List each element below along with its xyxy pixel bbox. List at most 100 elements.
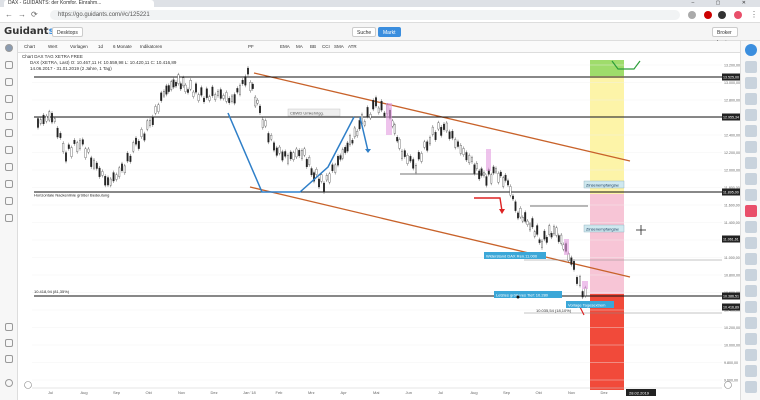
expert-avatar[interactable]	[745, 61, 757, 73]
menu-icon[interactable]: ⋮	[750, 10, 758, 19]
expert-avatar[interactable]	[745, 333, 757, 345]
app-header: Guidants Desktops Suche Markt Broker Log…	[0, 23, 760, 46]
low-label: 10.035,54 (18,10%)	[536, 308, 572, 313]
extension-icon[interactable]	[718, 11, 726, 19]
toolbar-chart-button[interactable]: Chart	[24, 43, 35, 51]
candle-body	[459, 145, 462, 154]
document-icon[interactable]	[5, 129, 13, 137]
toolbar-ma-button[interactable]: MA	[296, 43, 303, 51]
expert-avatar[interactable]	[745, 109, 757, 121]
toolbar-templates-button[interactable]: Vorlagen	[70, 43, 88, 51]
people-icon[interactable]	[5, 197, 13, 205]
chart-icon[interactable]	[5, 163, 13, 171]
toolbar-sma-button[interactable]: SMA	[334, 43, 344, 51]
candle-body	[261, 119, 264, 128]
market-button[interactable]: Markt	[378, 27, 401, 37]
expert-avatar[interactable]	[745, 237, 757, 249]
toolbar-ema-button[interactable]: EMA	[280, 43, 290, 51]
expert-avatar[interactable]	[745, 93, 757, 105]
guidants-logo[interactable]: Guidants	[4, 26, 55, 37]
time-tick-label: Aug	[81, 390, 88, 395]
search-button[interactable]: Suche	[352, 27, 377, 37]
expert-avatar[interactable]	[745, 285, 757, 297]
desktops-button[interactable]: Desktops	[52, 27, 83, 37]
candle-body	[445, 122, 448, 132]
browser-tab[interactable]: DAX - GUIDANTS: der Komfor. Einrahm...	[4, 0, 154, 7]
toolbar-bb-button[interactable]: BB	[310, 43, 316, 51]
alarm-icon[interactable]	[5, 95, 13, 103]
expert-avatar[interactable]	[745, 269, 757, 281]
forward-icon[interactable]: →	[18, 10, 26, 19]
expert-avatar[interactable]	[745, 173, 757, 185]
expert-avatar[interactable]	[745, 77, 757, 89]
time-tick-label: Dez	[601, 390, 608, 395]
settings-icon[interactable]	[5, 214, 13, 222]
crosshair-cursor-icon	[636, 225, 646, 235]
reload-icon[interactable]: ⟳	[31, 10, 38, 19]
toolbar-interval-button[interactable]: 1d	[98, 43, 103, 51]
chart-panel[interactable]: Chart DAX TAG XETRA FREE DAX (XETRA, Las…	[18, 53, 740, 400]
power-icon[interactable]	[5, 323, 13, 331]
toolbar-atr-button[interactable]: ATR	[348, 43, 357, 51]
candle-body	[499, 171, 502, 177]
window-controls[interactable]: – ▢ ✕	[692, 0, 756, 7]
scroll-right-icon[interactable]	[724, 381, 732, 389]
back-icon[interactable]: ←	[5, 10, 13, 19]
chat-icon[interactable]	[5, 61, 13, 69]
toolbar-value-button[interactable]: Wert	[48, 43, 57, 51]
time-tick-label: Jul	[438, 390, 443, 395]
expert-avatar[interactable]	[745, 349, 757, 361]
candle-body	[471, 157, 473, 162]
target-zone-green	[590, 60, 624, 76]
adblock-icon[interactable]	[704, 11, 712, 19]
bag-icon[interactable]	[5, 180, 13, 188]
candle-body	[249, 82, 252, 91]
candle-body	[115, 174, 118, 180]
lock-icon[interactable]	[5, 355, 13, 363]
price-tick-label: 10.000,00	[724, 344, 740, 348]
zone-upper-label: Zinsenempfangsw.	[586, 183, 619, 188]
candle-body	[548, 225, 551, 235]
candle-body	[95, 162, 98, 169]
toolbar-range-button[interactable]: 6 Monate	[113, 43, 132, 51]
candle-body	[236, 88, 239, 93]
list-icon[interactable]	[5, 146, 13, 154]
toolbar-cci-button[interactable]: CCI	[322, 43, 330, 51]
scroll-left-icon[interactable]	[24, 381, 32, 389]
notification-badge[interactable]	[745, 44, 757, 56]
time-tick-label: Aug	[471, 390, 478, 395]
candle-body	[154, 106, 157, 114]
candle-body	[137, 140, 140, 149]
candle-body	[179, 83, 182, 90]
highlight-bar	[386, 103, 392, 135]
expert-avatar[interactable]	[745, 381, 757, 393]
copyright-icon[interactable]	[5, 379, 13, 387]
candle-body	[543, 230, 546, 240]
toolbar-indicators-button[interactable]: Indikatoren	[140, 43, 162, 51]
expert-avatar[interactable]	[745, 301, 757, 313]
candle-body	[473, 164, 476, 174]
profile-avatar[interactable]	[734, 11, 742, 19]
toolbar-pf-button[interactable]: PF	[248, 43, 254, 51]
candle-body	[555, 227, 558, 236]
expert-avatar[interactable]	[745, 253, 757, 265]
expert-avatar[interactable]	[745, 205, 757, 217]
expert-avatar[interactable]	[745, 141, 757, 153]
expert-avatar[interactable]	[745, 317, 757, 329]
expert-avatar[interactable]	[745, 157, 757, 169]
broker-login-button[interactable]: Broker Login	[712, 27, 738, 46]
user-avatar[interactable]	[5, 44, 13, 52]
level-tag-label: 11.061,61	[723, 238, 739, 242]
expert-avatar[interactable]	[745, 365, 757, 377]
candle-body	[140, 129, 143, 137]
price-chart[interactable]: CBWD Umkehrlgg. Horizontale Nackenlinie …	[18, 53, 740, 400]
expert-avatar[interactable]	[745, 189, 757, 201]
mobile-icon[interactable]	[5, 339, 13, 347]
eye-icon[interactable]	[5, 112, 13, 120]
expert-avatar[interactable]	[745, 221, 757, 233]
envelope-icon[interactable]	[5, 78, 13, 86]
price-tick-label: 11.600,00	[724, 204, 740, 208]
expert-avatar[interactable]	[745, 125, 757, 137]
bookmark-star-icon[interactable]	[688, 11, 696, 19]
url-field[interactable]: https://go.guidants.com/#c/125221	[50, 10, 680, 20]
